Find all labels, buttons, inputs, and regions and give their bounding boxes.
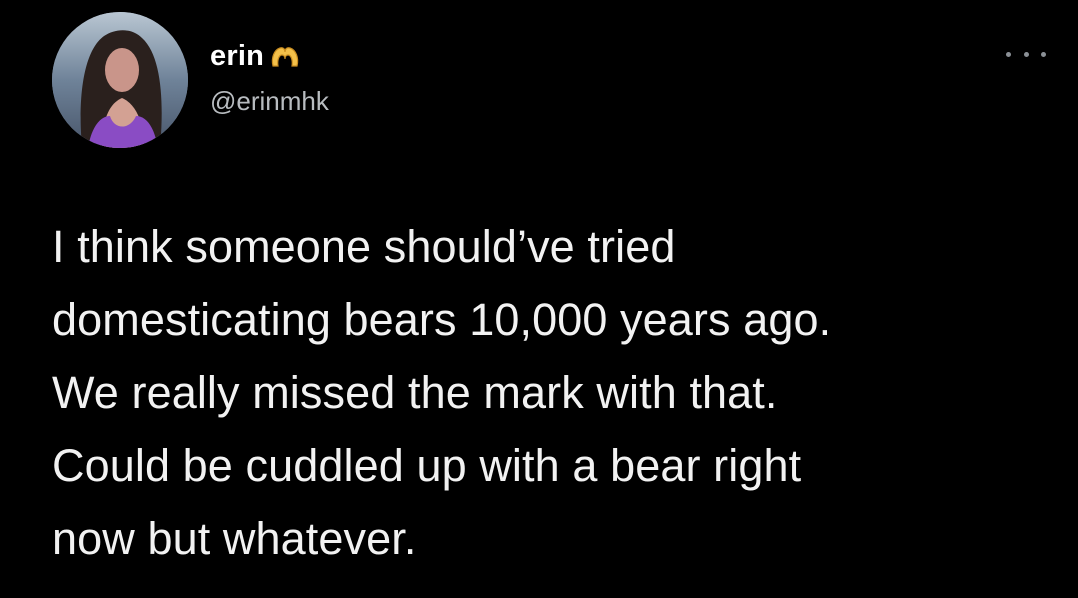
tweet-text: I think someone should’ve tried domestic…	[52, 221, 832, 564]
author-name-row[interactable]: erin	[210, 40, 300, 73]
more-options-icon[interactable]	[1006, 44, 1046, 64]
display-name[interactable]: erin	[210, 40, 264, 73]
user-handle[interactable]: @erinmhk	[210, 86, 329, 117]
heart-hands-icon	[270, 44, 300, 70]
more-dot	[1041, 51, 1046, 57]
more-dot	[1023, 51, 1029, 57]
tweet-card: erin @erinmhk I think someone should’ve …	[0, 0, 1078, 598]
profile-photo	[52, 12, 188, 148]
avatar[interactable]	[52, 12, 188, 148]
more-dot	[1006, 51, 1011, 57]
